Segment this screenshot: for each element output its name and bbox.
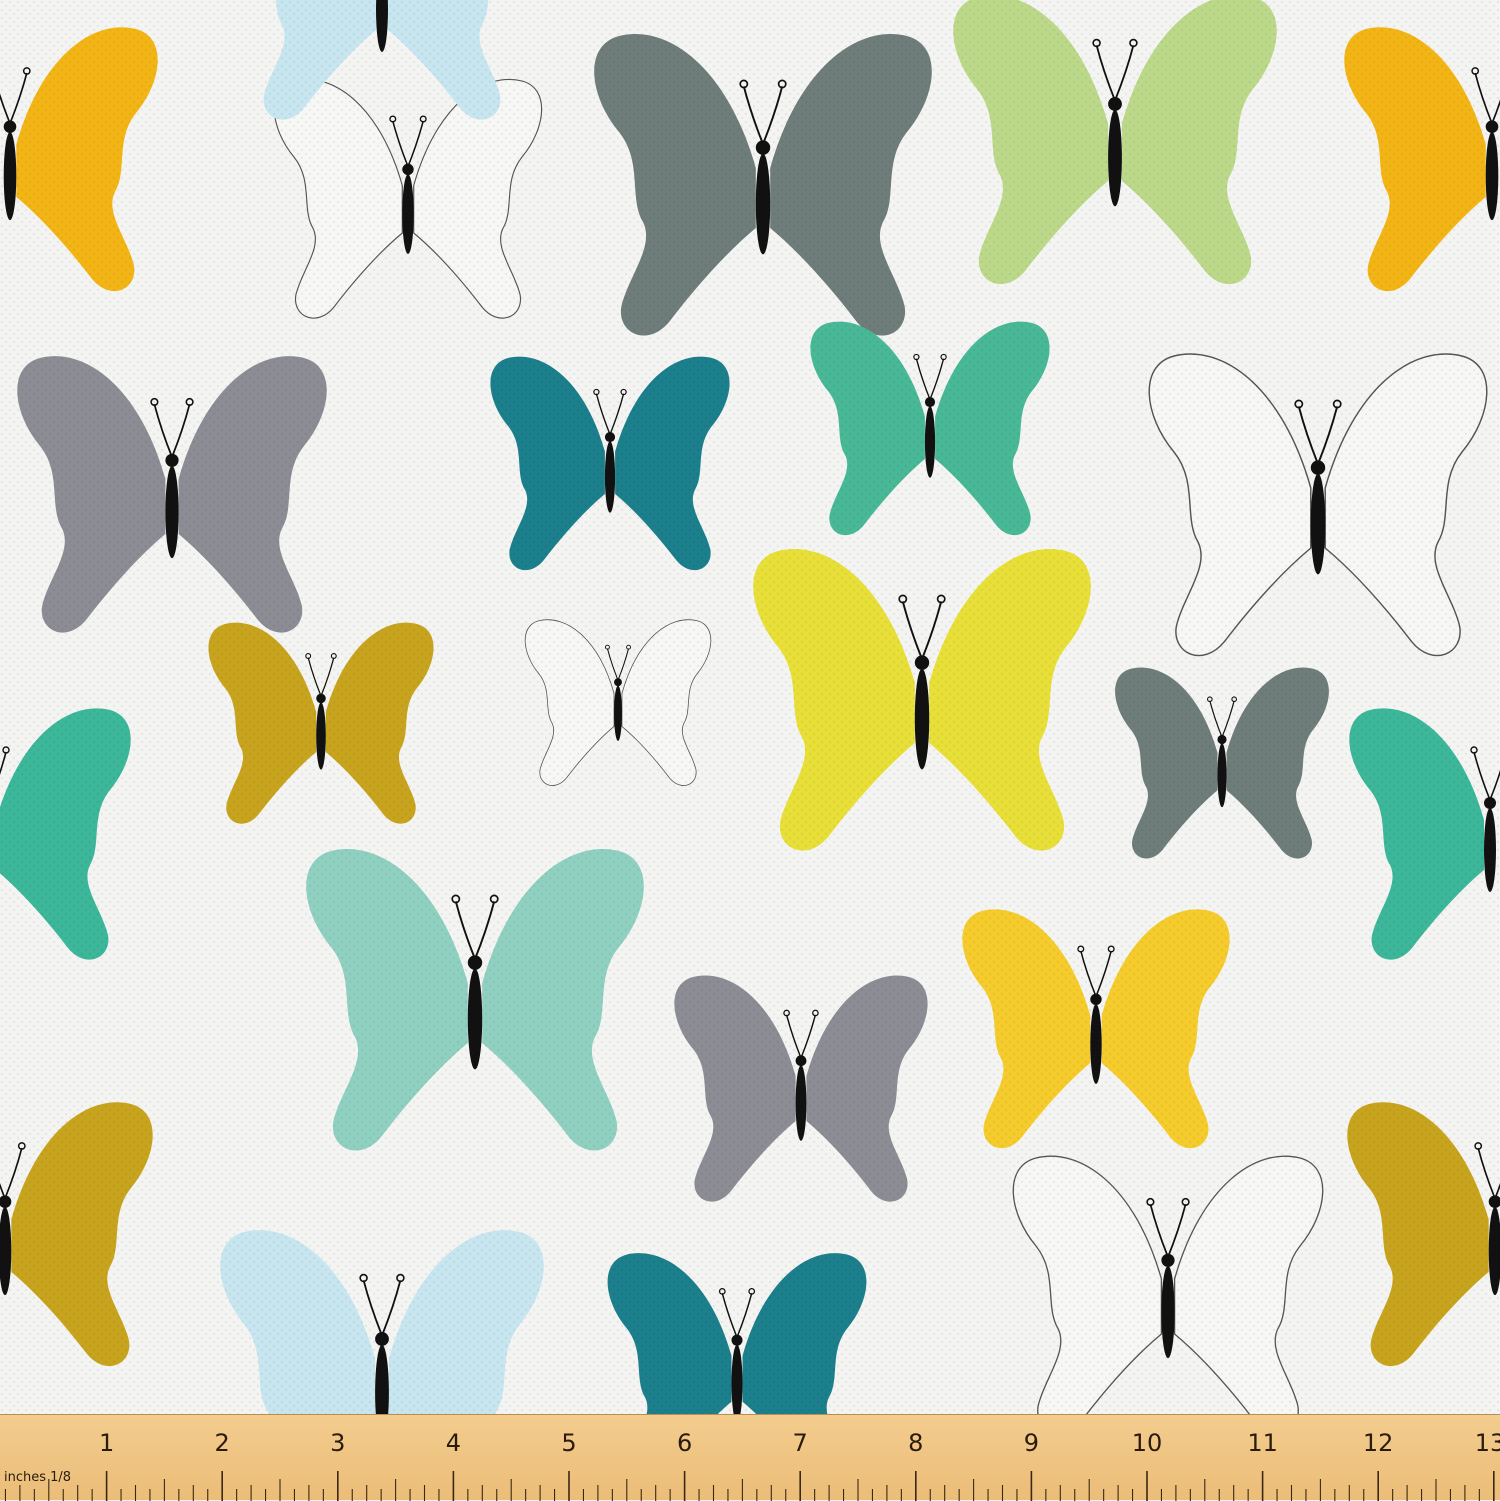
- ruler-number: 1: [98, 1429, 115, 1457]
- ruler-number: 12: [1362, 1429, 1394, 1457]
- ruler-number: 13: [1474, 1429, 1500, 1457]
- fabric-pattern: [0, 0, 1500, 1500]
- ruler-number: 6: [676, 1429, 693, 1457]
- ruler-number: 8: [908, 1429, 924, 1457]
- ruler-number: 11: [1247, 1429, 1278, 1457]
- ruler-ticks: [4, 1471, 1495, 1501]
- ruler-number: 2: [214, 1429, 230, 1457]
- ruler-number: 10: [1131, 1429, 1163, 1457]
- ruler-unit-label: inches 1/8: [4, 1470, 72, 1485]
- ruler-number: 3: [330, 1429, 346, 1457]
- ruler-number: 4: [445, 1429, 462, 1457]
- ruler-number: 5: [561, 1429, 577, 1457]
- ruler-number: 7: [792, 1429, 808, 1457]
- weave-texture: [0, 0, 1500, 1500]
- ruler-number: 9: [1023, 1429, 1040, 1457]
- measuring-ruler: 1 2 3 4 5 6 7 8 9 10 11 12 13 inches 1/8: [0, 1414, 1500, 1501]
